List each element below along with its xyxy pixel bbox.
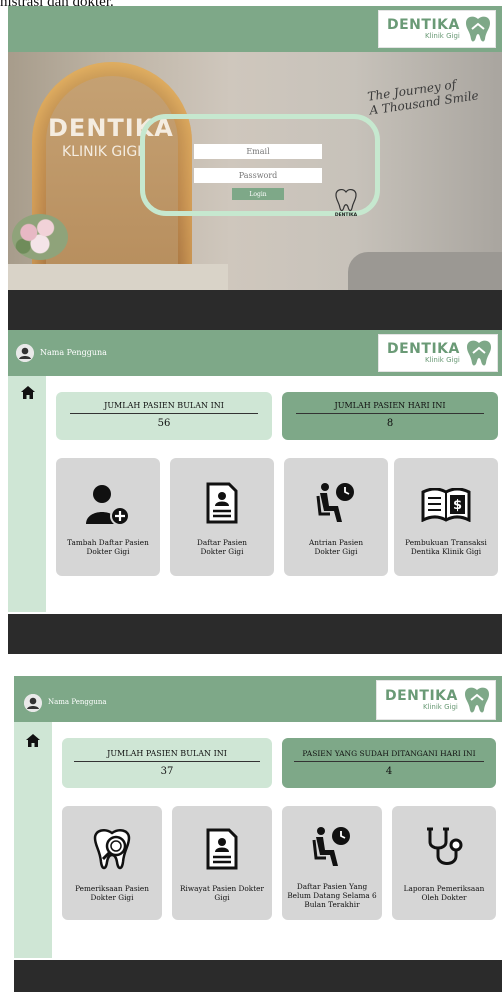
- add-user-icon: [86, 485, 130, 526]
- tooth-logo-icon: [466, 16, 490, 42]
- stat-today-value: 8: [386, 418, 394, 429]
- stat-today-title: JUMLAH PASIEN HARI INI: [334, 401, 446, 410]
- stat-month-value: 37: [160, 766, 174, 777]
- menu-patient-exam[interactable]: Pemeriksaan Pasien Dokter Gigi: [62, 806, 162, 920]
- login-footer-bar: [8, 290, 502, 330]
- user-circle-icon[interactable]: [16, 344, 34, 362]
- waiting-patient-icon: [316, 483, 354, 522]
- admin-dashboard: Nama Pengguna DENTIKA Klinik Gigi JUMLAH…: [8, 330, 502, 654]
- stat-card-month: JUMLAH PASIEN BULAN INI 56: [56, 392, 272, 440]
- menu-add-patient[interactable]: Tambah Daftar Pasien Dokter Gigi: [56, 458, 160, 576]
- menu-transaction-ledger[interactable]: $ Pembukuan Transaksi Dentika Klinik Gig…: [394, 458, 498, 576]
- tooth-logo-icon: [465, 687, 489, 713]
- stat-card-today: JUMLAH PASIEN HARI INI 8: [282, 392, 498, 440]
- stat-handled-title: PASIEN YANG SUDAH DITANGANI HARI INI: [302, 749, 476, 758]
- clinic-photo: DENTIKA KLINIK GIGI The Journey of A Tho…: [8, 52, 502, 290]
- flower-vase: [12, 214, 68, 260]
- doctor-footer-bar: [14, 960, 502, 992]
- reception-desk: [8, 264, 228, 290]
- wall-brand-subtitle: KLINIK GIGI: [62, 144, 142, 160]
- menu-patient-list[interactable]: Daftar Pasien Dokter Gigi: [170, 458, 274, 576]
- money-book-icon: $: [421, 488, 471, 522]
- menu-patient-queue[interactable]: Antrian Pasien Dokter Gigi: [284, 458, 388, 576]
- svg-text:$: $: [453, 498, 462, 513]
- tooth-logo-icon: [467, 340, 491, 366]
- stat-card-month: JUMLAH PASIEN BULAN INI 37: [62, 738, 272, 788]
- brand-name: DENTIKA: [387, 341, 460, 357]
- admin-footer-bar: [8, 614, 502, 654]
- stat-month-title: JUMLAH PASIEN BULAN INI: [104, 401, 224, 410]
- brand-logo: DENTIKA Klinik Gigi: [378, 334, 498, 372]
- brand-logo: DENTIKA Klinik Gigi: [376, 680, 496, 720]
- small-logo-text: DENTIKA: [334, 213, 358, 218]
- menu-patient-history[interactable]: Riwayat Pasien Dokter Gigi: [172, 806, 272, 920]
- sidebar: [8, 376, 46, 612]
- password-input[interactable]: [194, 168, 322, 183]
- home-icon[interactable]: [26, 734, 40, 747]
- login-screen: DENTIKA Klinik Gigi DENTIKA KLINIK GIGI …: [8, 6, 502, 330]
- home-icon[interactable]: [21, 386, 35, 399]
- tooth-exam-icon: [93, 829, 131, 870]
- waiting-patient-icon: [312, 827, 350, 866]
- stat-month-value: 56: [157, 418, 171, 429]
- user-name-label: Nama Pengguna: [48, 698, 107, 706]
- small-tooth-logo-icon: [335, 189, 357, 212]
- user-circle-icon[interactable]: [24, 694, 42, 712]
- email-input[interactable]: [194, 144, 322, 159]
- brand-subtitle: Klinik Gigi: [424, 356, 460, 364]
- sidebar: [14, 722, 52, 958]
- stat-card-handled-today: PASIEN YANG SUDAH DITANGANI HARI INI 4: [282, 738, 496, 788]
- stethoscope-icon: [427, 827, 463, 865]
- stat-month-title: JUMLAH PASIEN BULAN INI: [107, 749, 227, 758]
- menu-absent-patients[interactable]: Daftar Pasien Yang Belum Datang Selama 6…: [282, 806, 382, 920]
- wall-slogan: The Journey of A Thousand Smile: [366, 77, 480, 118]
- brand-subtitle: Klinik Gigi: [424, 32, 460, 40]
- stat-handled-value: 4: [385, 766, 393, 777]
- doctor-dashboard: Nama Pengguna DENTIKA Klinik Gigi JUMLAH…: [14, 676, 502, 992]
- document-icon: [206, 828, 238, 870]
- menu-exam-report[interactable]: Laporan Pemeriksaan Oleh Dokter: [392, 806, 496, 920]
- brand-name: DENTIKA: [385, 688, 458, 704]
- sofa: [348, 252, 502, 290]
- document-icon: [206, 482, 238, 524]
- user-name-label: Nama Pengguna: [40, 348, 107, 357]
- login-button[interactable]: Login: [232, 188, 284, 200]
- brand-logo: DENTIKA Klinik Gigi: [378, 10, 496, 48]
- brand-subtitle: Klinik Gigi: [422, 703, 458, 711]
- brand-name: DENTIKA: [387, 17, 460, 33]
